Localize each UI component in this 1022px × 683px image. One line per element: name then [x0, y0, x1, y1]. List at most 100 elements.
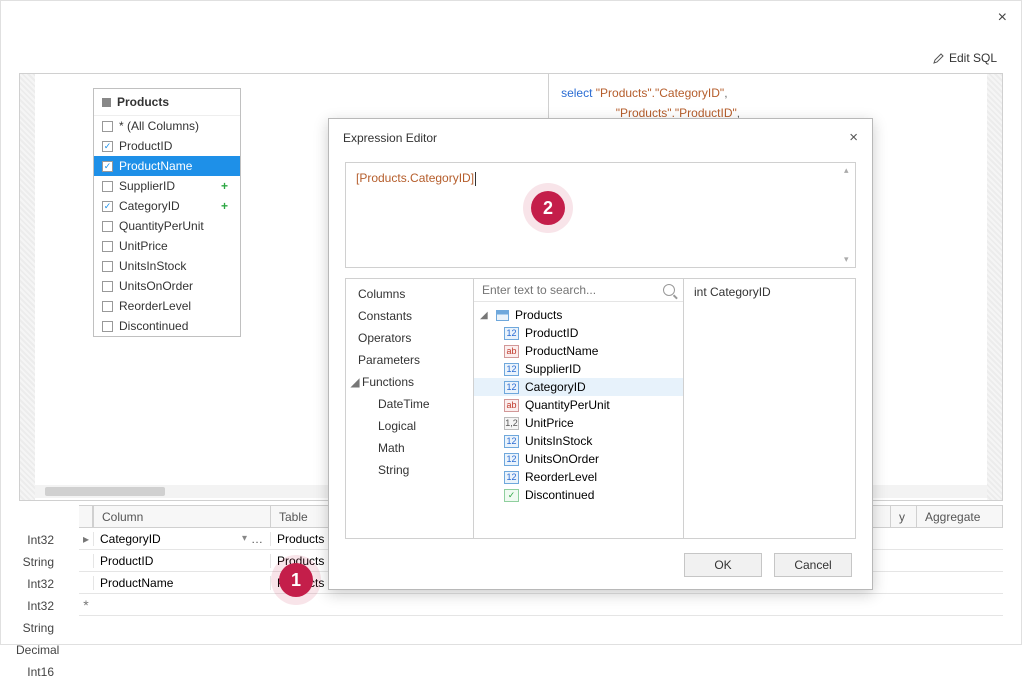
tree-item-label: UnitsInStock	[525, 434, 592, 448]
datatype-icon: 1,2	[504, 417, 519, 430]
table-column-row[interactable]: * (All Columns)	[94, 116, 240, 136]
editor-panes: ColumnsConstantsOperatorsParameters ◢Fun…	[345, 278, 856, 539]
pencil-icon	[933, 52, 945, 64]
column-checkbox[interactable]	[102, 241, 113, 252]
dialog-titlebar[interactable]: Expression Editor ×	[329, 119, 872, 156]
grid-cell-column: ProductID	[100, 554, 153, 568]
tree-item[interactable]: 12 CategoryID	[474, 378, 683, 396]
ellipsis-button[interactable]: …	[251, 532, 264, 546]
tree-item[interactable]: 12ReorderLevel	[474, 468, 683, 486]
column-name: QuantityPerUnit	[119, 219, 204, 233]
column-name: SupplierID	[119, 179, 175, 193]
grid-header-table[interactable]: Table	[271, 506, 329, 527]
dialog-title: Expression Editor	[343, 131, 437, 145]
function-category-item[interactable]: Math	[346, 437, 473, 459]
window-close-button[interactable]: ×	[998, 9, 1007, 27]
row-type-label: String	[16, 617, 60, 639]
category-item[interactable]: Parameters	[346, 349, 473, 371]
expression-editor-dialog: Expression Editor × [Products.CategoryID…	[328, 118, 873, 590]
edit-sql-link[interactable]: Edit SQL	[933, 51, 997, 65]
table-column-row[interactable]: UnitPrice	[94, 236, 240, 256]
grid-header-aggregate[interactable]: Aggregate	[917, 506, 1003, 527]
search-input[interactable]	[482, 283, 663, 297]
add-relation-icon[interactable]: +	[221, 199, 232, 213]
function-category-item[interactable]: Logical	[346, 415, 473, 437]
column-name: UnitsInStock	[119, 259, 186, 273]
column-name: CategoryID	[119, 199, 180, 213]
tree-item[interactable]: 12UnitsInStock	[474, 432, 683, 450]
datatype-icon: ab	[504, 399, 519, 412]
text-caret	[475, 172, 476, 186]
expression-scrollbar[interactable]	[845, 167, 853, 263]
add-relation-icon[interactable]: +	[221, 179, 232, 193]
tree-item[interactable]: 12 ProductID	[474, 324, 683, 342]
column-checkbox[interactable]	[102, 141, 113, 152]
row-type-label: Int16	[16, 661, 60, 683]
tree-item[interactable]: 12UnitsOnOrder	[474, 450, 683, 468]
grid-new-row[interactable]: *	[79, 594, 1003, 616]
function-category-item[interactable]: DateTime	[346, 393, 473, 415]
tree-item[interactable]: ✓Discontinued	[474, 486, 683, 504]
dropdown-icon[interactable]: ▾	[242, 533, 247, 544]
dialog-close-button[interactable]: ×	[849, 129, 858, 146]
column-checkbox[interactable]	[102, 321, 113, 332]
tree-item-label: ProductID	[525, 326, 578, 340]
column-checkbox[interactable]	[102, 301, 113, 312]
table-column-row[interactable]: ProductName	[94, 156, 240, 176]
tree-item-label: QuantityPerUnit	[525, 398, 610, 412]
category-functions[interactable]: ◢Functions	[346, 371, 473, 393]
search-icon[interactable]	[663, 284, 675, 296]
datatype-icon: 12	[504, 471, 519, 484]
category-item[interactable]: Constants	[346, 305, 473, 327]
table-column-row[interactable]: QuantityPerUnit	[94, 216, 240, 236]
function-category-item[interactable]: String	[346, 459, 473, 481]
tree-item[interactable]: 1,2UnitPrice	[474, 414, 683, 432]
edit-sql-label: Edit SQL	[949, 51, 997, 65]
tree-item-label: SupplierID	[525, 362, 581, 376]
row-type-label: Int32	[16, 595, 60, 617]
column-name: UnitPrice	[119, 239, 168, 253]
tree-item[interactable]: 12 SupplierID	[474, 360, 683, 378]
datatype-icon: ab	[504, 345, 519, 358]
category-item[interactable]: Columns	[346, 283, 473, 305]
ok-button[interactable]: OK	[684, 553, 762, 577]
datatype-icon: 12	[504, 381, 519, 394]
grid-header-column[interactable]: Column	[93, 506, 271, 527]
column-checkbox[interactable]	[102, 261, 113, 272]
tree-root-products[interactable]: ◢ Products	[474, 306, 683, 324]
table-column-row[interactable]: SupplierID +	[94, 176, 240, 196]
expression-textarea[interactable]: [Products.CategoryID]	[345, 162, 856, 268]
column-name: * (All Columns)	[119, 119, 199, 133]
datatype-icon: 12	[504, 327, 519, 340]
table-title[interactable]: Products	[94, 89, 240, 116]
table-column-row[interactable]: UnitsInStock	[94, 256, 240, 276]
dialog-buttons: OK Cancel	[329, 539, 872, 589]
datatype-icon: 12	[504, 363, 519, 376]
table-column-row[interactable]: ReorderLevel	[94, 296, 240, 316]
column-checkbox[interactable]	[102, 201, 113, 212]
column-checkbox[interactable]	[102, 281, 113, 292]
category-item[interactable]: Operators	[346, 327, 473, 349]
datatype-icon: ✓	[504, 489, 519, 502]
column-checkbox[interactable]	[102, 161, 113, 172]
annotation-badge-2: 2	[531, 191, 565, 225]
search-row	[474, 279, 683, 302]
table-column-row[interactable]: CategoryID +	[94, 196, 240, 216]
column-name: Discontinued	[119, 319, 188, 333]
tree-item-label: CategoryID	[525, 380, 586, 394]
grid-cell-table: Products	[271, 532, 329, 546]
table-column-row[interactable]: ProductID	[94, 136, 240, 156]
tree-item[interactable]: ab QuantityPerUnit	[474, 396, 683, 414]
column-name: ProductName	[119, 159, 192, 173]
column-checkbox[interactable]	[102, 221, 113, 232]
column-checkbox[interactable]	[102, 121, 113, 132]
table-column-row[interactable]: Discontinued	[94, 316, 240, 336]
category-list: ColumnsConstantsOperatorsParameters ◢Fun…	[346, 279, 474, 538]
column-checkbox[interactable]	[102, 181, 113, 192]
tree-item[interactable]: abProductName	[474, 342, 683, 360]
scroll-thumb[interactable]	[45, 487, 165, 496]
grid-header-y[interactable]: y	[891, 506, 917, 527]
table-box-products[interactable]: Products * (All Columns) ProductID Product…	[93, 88, 241, 337]
table-column-row[interactable]: UnitsOnOrder	[94, 276, 240, 296]
cancel-button[interactable]: Cancel	[774, 553, 852, 577]
